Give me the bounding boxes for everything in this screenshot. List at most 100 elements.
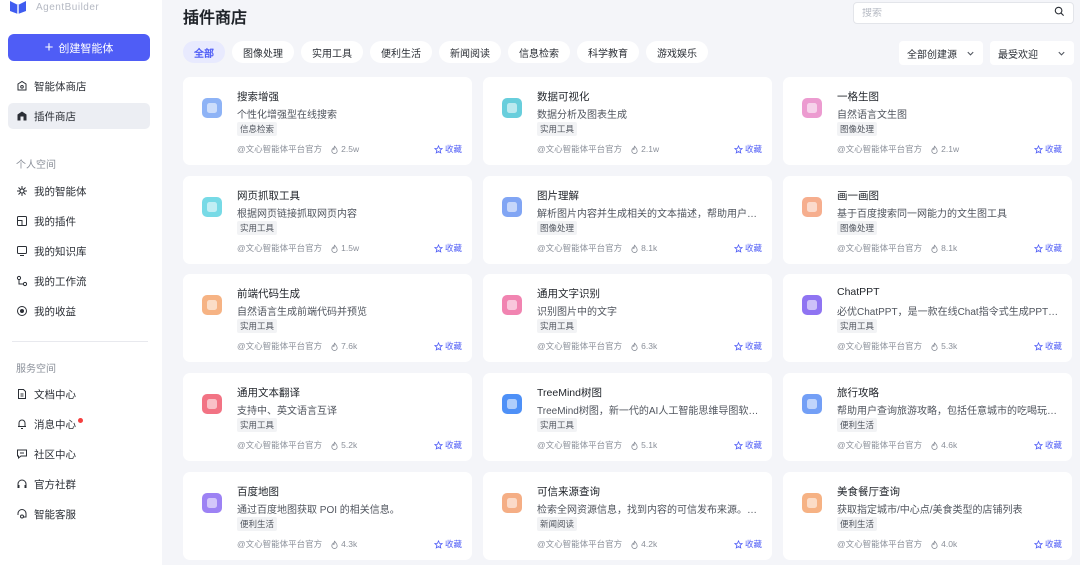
search-box[interactable]	[853, 2, 1074, 24]
sidebar-item-smart-support[interactable]: 智能客服	[8, 501, 150, 527]
sidebar-item-agent-store[interactable]: 智能体商店	[8, 73, 150, 99]
sidebar-item-docs[interactable]: 文档中心	[8, 381, 150, 407]
sidebar-item-label: 消息中心	[34, 418, 76, 431]
plugin-card[interactable]: 前端代码生成 自然语言生成前端代码并预览 实用工具 @文心智能体平台官方 7.6k 收藏	[183, 274, 472, 362]
plugin-meta: @文心智能体平台官方 2.5w	[237, 143, 359, 155]
plugin-card[interactable]: 通用文字识别 识别图片中的文字 实用工具 @文心智能体平台官方 6.3k 收藏	[483, 274, 772, 362]
plugin-heat: 4.6k	[930, 440, 957, 450]
sidebar-item-plugin-store[interactable]: 插件商店	[8, 103, 150, 129]
star-icon	[733, 144, 743, 154]
tab-info-retrieval[interactable]: 信息检索	[508, 41, 570, 63]
favorite-label: 收藏	[744, 144, 762, 154]
plugin-card[interactable]: 通用文本翻译 支持中、英文语言互译 实用工具 @文心智能体平台官方 5.2k 收藏	[183, 373, 472, 461]
plugin-author: @文心智能体平台官方	[837, 341, 923, 351]
favorite-label: 收藏	[444, 144, 462, 154]
plugin-description: 个性化增强型在线搜索	[237, 110, 337, 121]
sidebar-item-official-group[interactable]: 官方社群	[8, 471, 150, 497]
sidebar-item-my-knowledge[interactable]: 我的知识库	[8, 238, 150, 264]
plugin-heat: 6.3k	[630, 341, 657, 351]
plugin-card[interactable]: 旅行攻略 帮助用户查询旅游攻略，包括任意城市的吃喝玩乐... 便利生活 @文心智能体平…	[783, 373, 1072, 461]
favorite-button[interactable]: 收藏	[433, 439, 462, 451]
plugin-card[interactable]: 一格生图 自然语言文生图 图像处理 @文心智能体平台官方 2.1w 收藏	[783, 77, 1072, 165]
plugin-meta: @文心智能体平台官方 8.1k	[837, 242, 957, 254]
favorite-button[interactable]: 收藏	[1033, 340, 1062, 352]
plugin-card[interactable]: 图片理解 解析图片内容并生成相关的文本描述，帮助用户理... 图像处理 @文心智能体平…	[483, 176, 772, 264]
tab-image-processing[interactable]: 图像处理	[232, 41, 294, 63]
chatppt-icon	[799, 290, 825, 320]
flame-icon	[631, 441, 638, 450]
plugin-heat-value: 1.5w	[341, 243, 360, 253]
favorite-label: 收藏	[444, 243, 462, 253]
plugin-card[interactable]: 画一画图 基于百度搜索同一网能力的文生图工具 图像处理 @文心智能体平台官方 8.1k 收…	[783, 176, 1072, 264]
plugin-author: @文心智能体平台官方	[537, 440, 623, 450]
plugin-card[interactable]: ChatPPT 必优ChatPPT，是一款在线Chat指令式生成PPT产品... 实…	[783, 274, 1072, 362]
plugin-meta: @文心智能体平台官方 2.1w	[537, 143, 659, 155]
sidebar-item-my-plugins[interactable]: 我的插件	[8, 208, 150, 234]
plugin-card[interactable]: 搜索增强 个性化增强型在线搜索 信息检索 @文心智能体平台官方 2.5w 收藏	[183, 77, 472, 165]
favorite-button[interactable]: 收藏	[733, 538, 762, 550]
plugin-description: 必优ChatPPT，是一款在线Chat指令式生成PPT产品...	[837, 307, 1059, 318]
plugin-card[interactable]: 数据可视化 数据分析及图表生成 实用工具 @文心智能体平台官方 2.1w 收藏	[483, 77, 772, 165]
sidebar-item-messages[interactable]: 消息中心	[8, 411, 150, 437]
plugin-meta: @文心智能体平台官方 1.5w	[237, 242, 359, 254]
star-icon	[1033, 243, 1043, 253]
plugin-meta: @文心智能体平台官方 5.3k	[837, 340, 957, 352]
favorite-button[interactable]: 收藏	[733, 439, 762, 451]
plugin-description: 帮助用户查询旅游攻略，包括任意城市的吃喝玩乐...	[837, 406, 1059, 417]
plugin-card[interactable]: 网页抓取工具 根据网页链接抓取网页内容 实用工具 @文心智能体平台官方 1.5w 收藏	[183, 176, 472, 264]
source-filter-dropdown[interactable]: 全部创建源	[899, 41, 983, 65]
plugin-category-tag: 实用工具	[537, 418, 578, 432]
community-icon	[16, 448, 28, 460]
sort-dropdown[interactable]: 最受欢迎	[990, 41, 1074, 65]
tab-utilities[interactable]: 实用工具	[301, 41, 363, 63]
category-tabs: 全部 图像处理 实用工具 便利生活 新闻阅读 信息检索 科学教育 游戏娱乐	[183, 41, 708, 63]
search-input[interactable]	[862, 7, 1054, 19]
plugin-meta: @文心智能体平台官方 5.2k	[237, 439, 357, 451]
favorite-button[interactable]: 收藏	[1033, 538, 1062, 550]
plugin-card[interactable]: 美食餐厅查询 获取指定城市/中心点/美食类型的店铺列表 便利生活 @文心智能体平台官方…	[783, 472, 1072, 560]
favorite-label: 收藏	[444, 539, 462, 549]
favorite-button[interactable]: 收藏	[433, 242, 462, 254]
sidebar-item-my-income[interactable]: 我的收益	[8, 298, 150, 324]
favorite-button[interactable]: 收藏	[1033, 242, 1062, 254]
star-icon	[433, 144, 443, 154]
brand[interactable]: AgentBuilder	[8, 0, 99, 14]
sidebar-item-my-agents[interactable]: 我的智能体	[8, 178, 150, 204]
plugin-name: 一格生图	[837, 91, 879, 103]
plugin-card[interactable]: 可信来源查询 检索全网资源信息，找到内容的可信发布来源。适... 新闻阅读 @文心智能…	[483, 472, 772, 560]
favorite-button[interactable]: 收藏	[1033, 143, 1062, 155]
plugin-heat-value: 6.3k	[641, 341, 658, 351]
favorite-button[interactable]: 收藏	[733, 242, 762, 254]
favorite-button[interactable]: 收藏	[433, 340, 462, 352]
web-scrape-icon	[199, 192, 225, 222]
sidebar-item-my-workflow[interactable]: 我的工作流	[8, 268, 150, 294]
plugin-description: 识别图片中的文字	[537, 307, 617, 318]
notification-dot	[78, 417, 83, 423]
flame-icon	[331, 244, 338, 253]
flame-icon	[631, 244, 638, 253]
favorite-button[interactable]: 收藏	[433, 538, 462, 550]
favorite-button[interactable]: 收藏	[733, 340, 762, 352]
tab-all[interactable]: 全部	[183, 41, 225, 63]
plugin-heat-value: 2.1w	[641, 144, 660, 154]
tab-convenient-life[interactable]: 便利生活	[370, 41, 432, 63]
favorite-label: 收藏	[444, 341, 462, 351]
plugin-author: @文心智能体平台官方	[837, 539, 923, 549]
tab-science-education[interactable]: 科学教育	[577, 41, 639, 63]
plugin-heat: 4.0k	[930, 539, 957, 549]
search-icon[interactable]	[1054, 6, 1065, 20]
plugin-category-tag: 实用工具	[237, 418, 278, 432]
plugin-heat-value: 5.1k	[641, 440, 658, 450]
plugin-card[interactable]: 百度地图 通过百度地图获取 POI 的相关信息。 便利生活 @文心智能体平台官方 4.3…	[183, 472, 472, 560]
tab-news-reading[interactable]: 新闻阅读	[439, 41, 501, 63]
sidebar-item-label: 我的知识库	[34, 245, 87, 258]
sidebar-item-community[interactable]: 社区中心	[8, 441, 150, 467]
favorite-button[interactable]: 收藏	[1033, 439, 1062, 451]
tab-games-entertainment[interactable]: 游戏娱乐	[646, 41, 708, 63]
sidebar-item-label: 我的收益	[34, 305, 76, 318]
source-filter-value: 全部创建源	[907, 49, 957, 61]
plugin-card[interactable]: TreeMind树图 TreeMind树图，新一代的AI人工智能思维导图软件...…	[483, 373, 772, 461]
favorite-button[interactable]: 收藏	[733, 143, 762, 155]
favorite-button[interactable]: 收藏	[433, 143, 462, 155]
create-agent-button[interactable]: + 创建智能体	[8, 34, 150, 61]
